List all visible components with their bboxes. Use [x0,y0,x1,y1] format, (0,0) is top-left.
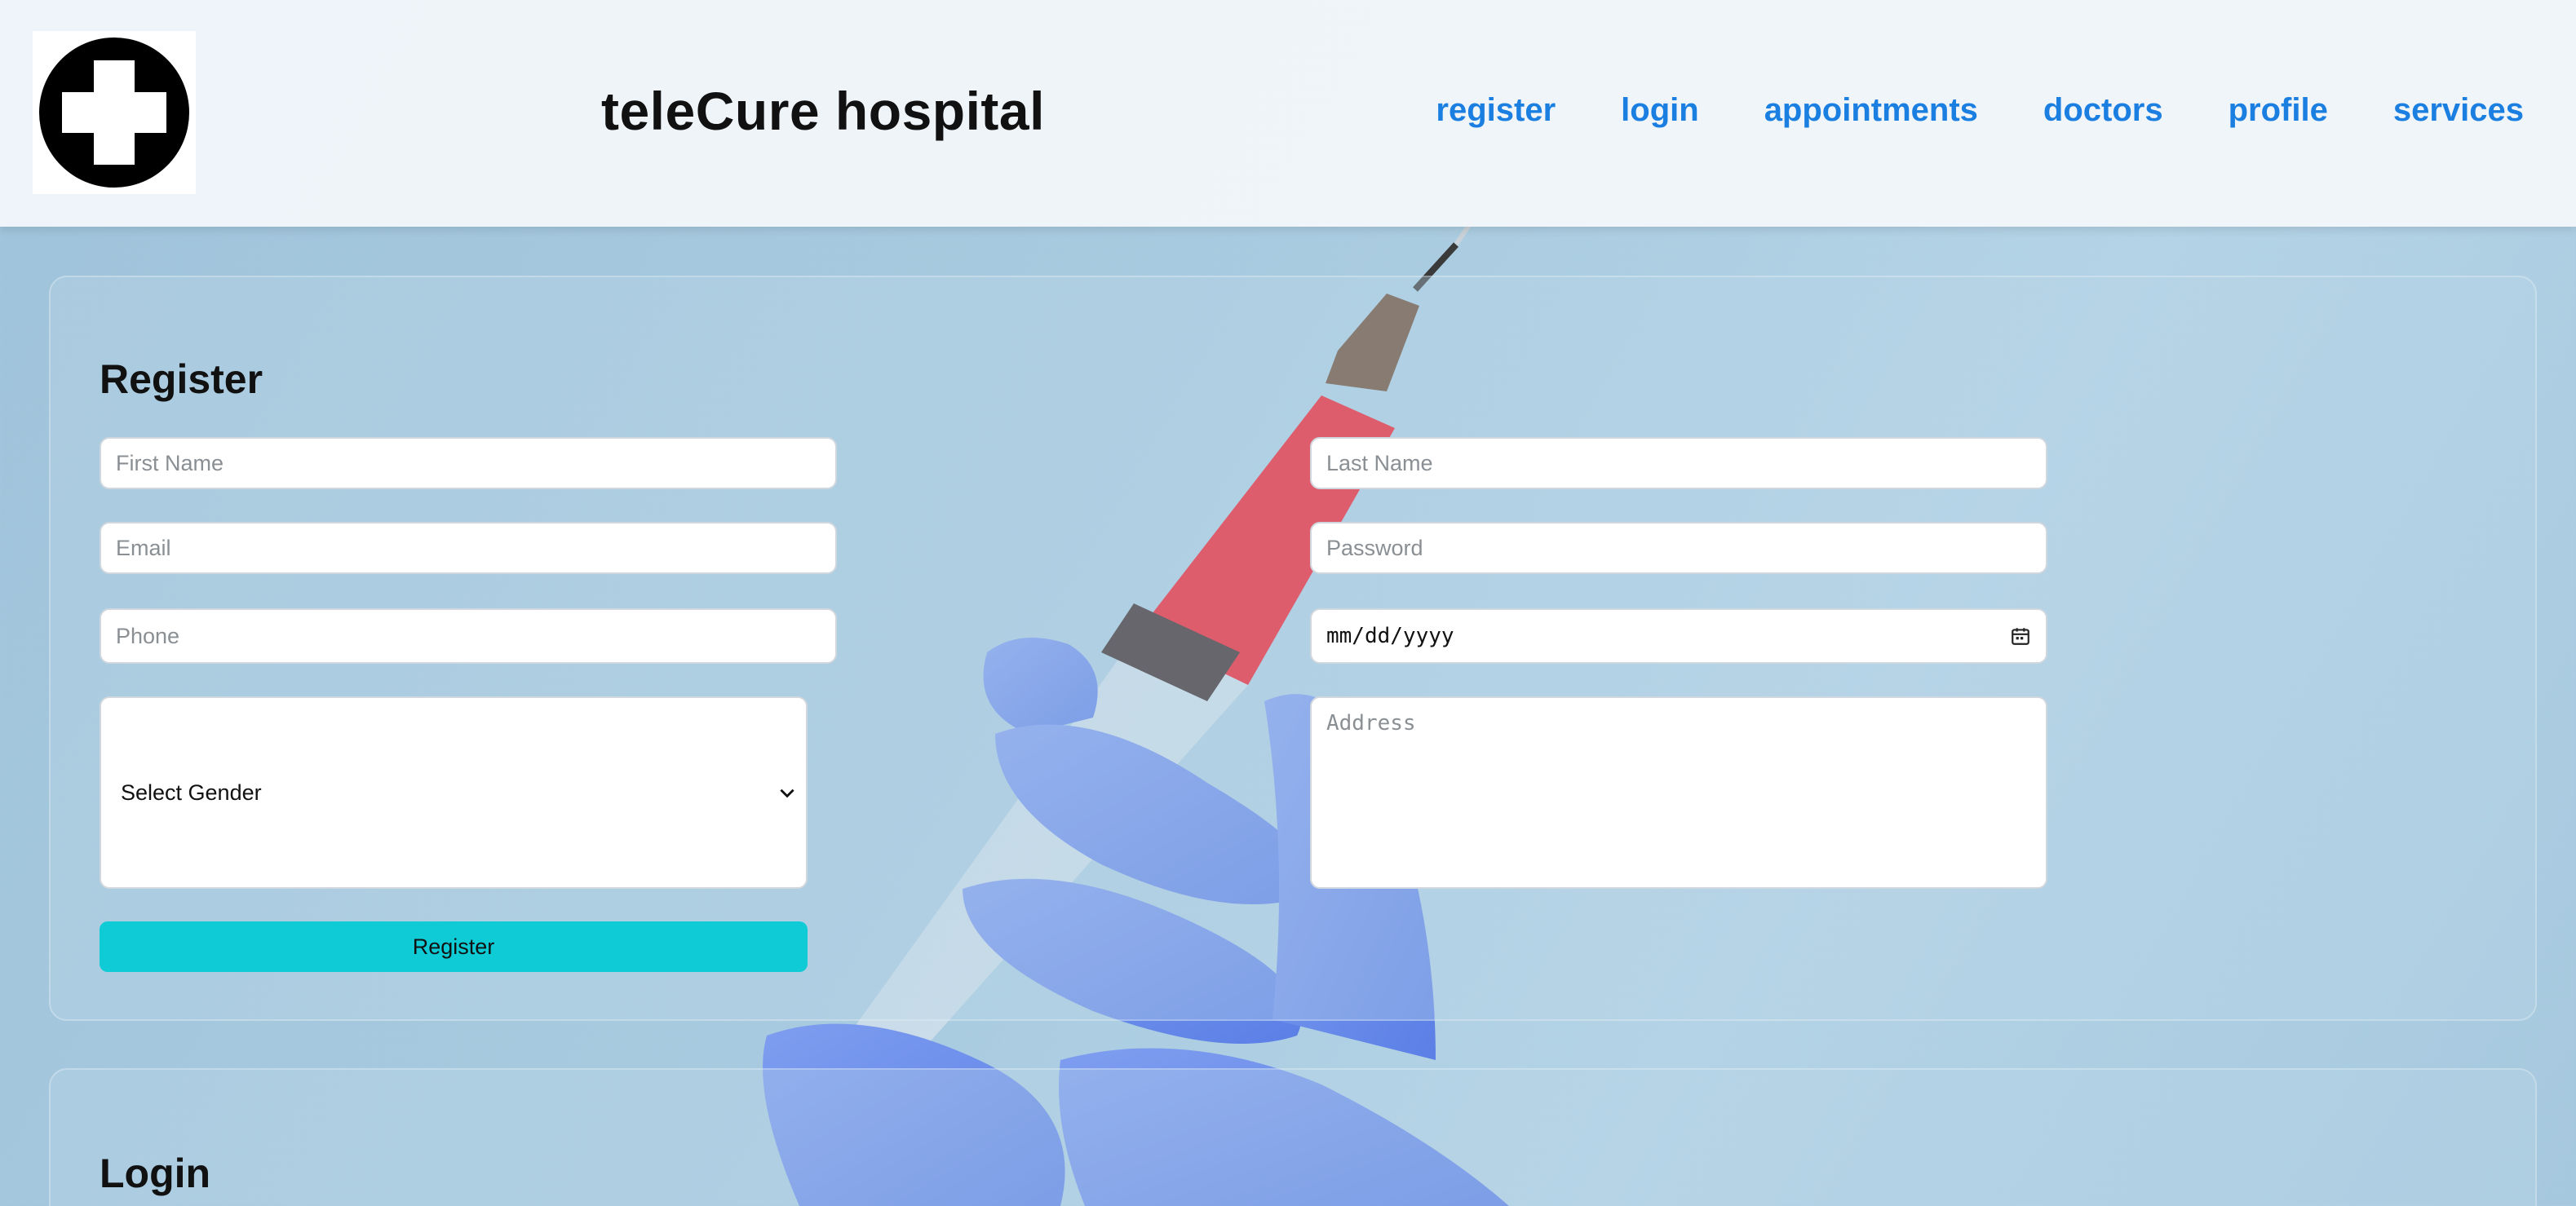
main-nav: register login appointments doctors prof… [1436,92,2524,129]
site-title: teleCure hospital [601,81,1045,141]
date-value: mm/dd/yyyy [1326,624,1454,648]
logo[interactable] [33,31,196,194]
gender-select[interactable]: Select Gender [100,696,808,889]
register-heading: Register [100,356,263,402]
chevron-down-icon [780,789,794,798]
nav-link-profile[interactable]: profile [2229,92,2328,129]
last-name-input[interactable] [1310,437,2047,489]
nav-link-register[interactable]: register [1436,92,1556,129]
calendar-icon[interactable] [2010,625,2031,647]
nav-link-login[interactable]: login [1621,92,1699,129]
register-button[interactable]: Register [100,921,808,972]
password-input[interactable] [1310,522,2047,574]
email-input[interactable] [100,522,837,574]
phone-input[interactable] [100,608,837,664]
date-of-birth-input[interactable]: mm/dd/yyyy [1310,608,2047,664]
gender-select-value: Select Gender [121,780,262,805]
address-placeholder: Address [1326,711,1416,736]
address-textarea[interactable]: Address [1310,696,2047,889]
nav-link-services[interactable]: services [2393,92,2524,129]
login-card: Login [49,1068,2537,1206]
nav-link-doctors[interactable]: doctors [2043,92,2163,129]
login-heading: Login [100,1151,211,1196]
medical-cross-icon [39,38,189,188]
register-card: Register mm/dd/yyyy Select Gender Addres… [49,276,2537,1021]
nav-link-appointments[interactable]: appointments [1764,92,1978,129]
first-name-input[interactable] [100,437,837,489]
site-header: teleCure hospital register login appoint… [0,0,2576,227]
